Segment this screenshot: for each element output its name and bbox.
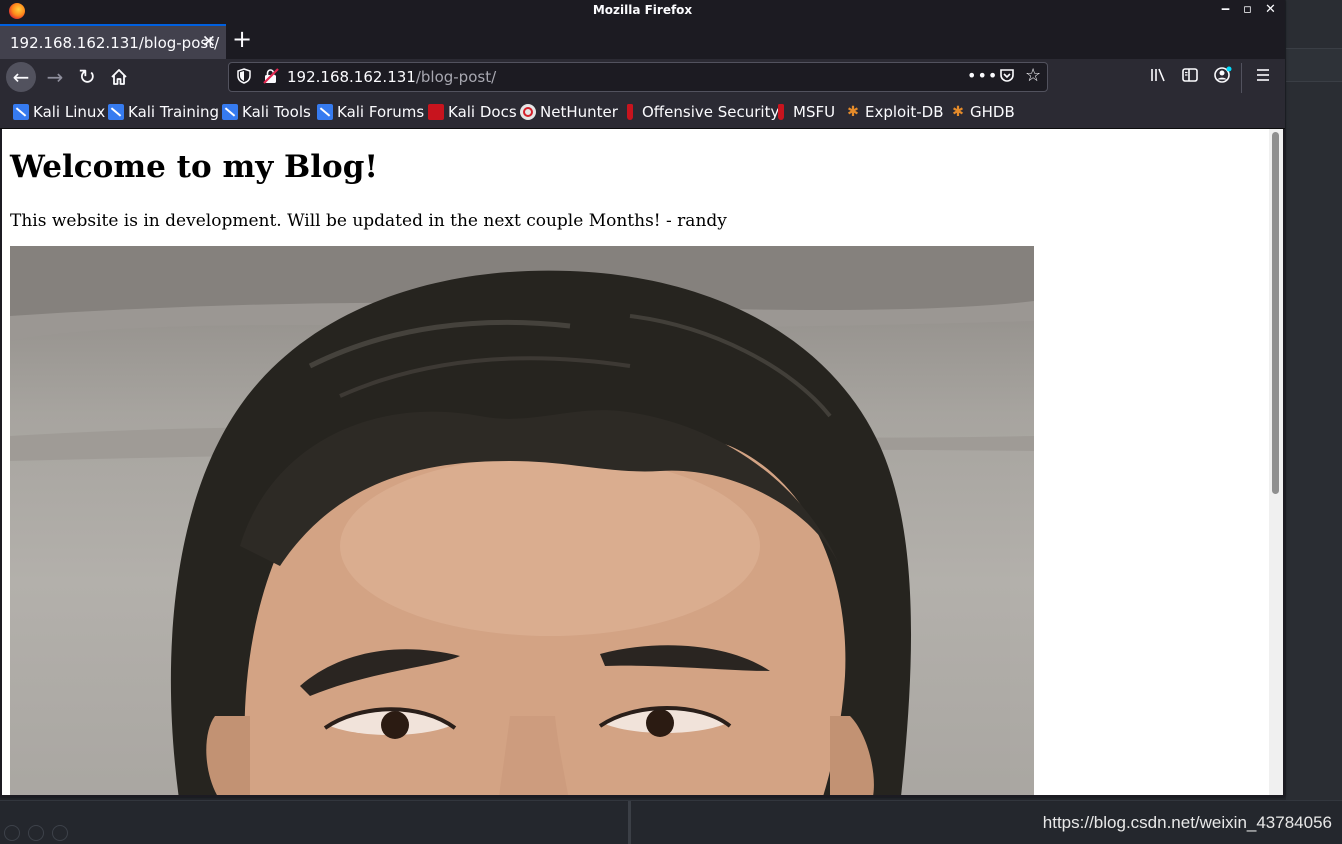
- bookmark-label: Exploit-DB: [865, 103, 944, 121]
- account-icon[interactable]: [1213, 66, 1233, 84]
- bookmark-label: Offensive Security: [642, 103, 780, 121]
- bookmark-offensive-security[interactable]: Offensive Security: [622, 103, 779, 121]
- kali-icon: [13, 104, 29, 120]
- pocket-icon[interactable]: [999, 67, 1015, 83]
- url-host: 192.168.162.131: [287, 68, 416, 86]
- exploit-db-icon: ✱: [952, 104, 964, 120]
- bookmark-label: Kali Docs: [448, 103, 517, 121]
- menu-icon[interactable]: [1255, 66, 1271, 84]
- kali-icon: [222, 104, 238, 120]
- kali-icon: [108, 104, 124, 120]
- blog-portrait-image: [10, 246, 1034, 795]
- bookmark-label: Kali Forums: [337, 103, 425, 121]
- tab-blog-post[interactable]: 192.168.162.131/blog-post/ ✕: [0, 24, 226, 59]
- new-tab-button[interactable]: +: [232, 26, 252, 52]
- bookmark-kali-linux[interactable]: Kali Linux: [13, 103, 105, 121]
- title-bar: Mozilla Firefox ‒ ▫ ✕: [0, 0, 1285, 22]
- window-title: Mozilla Firefox: [592, 3, 693, 17]
- desktop-right-area: [1286, 0, 1342, 843]
- tab-close-icon[interactable]: ✕: [202, 32, 216, 52]
- bookmark-nethunter[interactable]: NetHunter: [520, 103, 618, 121]
- home-button[interactable]: [104, 62, 134, 92]
- library-icon[interactable]: [1149, 66, 1167, 84]
- bookmark-star-icon[interactable]: ☆: [1025, 65, 1041, 86]
- bookmark-ghdb[interactable]: ✱ GHDB: [950, 103, 1015, 121]
- watermark-text: https://blog.csdn.net/weixin_43784056: [1042, 813, 1332, 832]
- url-path: /blog-post/: [415, 68, 497, 86]
- page-actions-icon[interactable]: •••: [967, 66, 998, 85]
- home-icon: [111, 69, 127, 85]
- back-button[interactable]: ←: [6, 62, 36, 92]
- kali-icon: [317, 104, 333, 120]
- bookmark-label: MSFU: [793, 103, 836, 121]
- forward-button[interactable]: →: [40, 62, 70, 92]
- bookmark-label: NetHunter: [540, 103, 618, 121]
- offsec-icon: [773, 104, 789, 120]
- maximize-button[interactable]: ▫: [1243, 2, 1252, 17]
- tab-title: 192.168.162.131/blog-post/: [10, 34, 220, 52]
- reload-button[interactable]: ↻: [72, 62, 102, 92]
- url-bar[interactable]: 192.168.162.131/blog-post/ ••• ☆: [228, 62, 1048, 92]
- browser-window: Mozilla Firefox ‒ ▫ ✕ 192.168.162.131/bl…: [0, 0, 1285, 797]
- page-scrollbar[interactable]: [1269, 129, 1283, 795]
- navigation-toolbar: ← → ↻ 192.168.162.131/blog-post/ ••• ☆: [0, 59, 1285, 96]
- bookmark-msfu[interactable]: MSFU: [773, 103, 835, 121]
- back-icon: ←: [12, 65, 30, 89]
- minimize-button[interactable]: ‒: [1221, 2, 1230, 17]
- bookmark-kali-tools[interactable]: Kali Tools: [222, 103, 311, 121]
- page-viewport[interactable]: Welcome to my Blog! This website is in d…: [2, 129, 1283, 795]
- tracking-shield-icon[interactable]: [237, 68, 251, 84]
- offsec-icon: [622, 104, 638, 120]
- kali-docs-icon: [428, 104, 444, 120]
- toolbar-separator: [1241, 63, 1242, 93]
- page-intro-text: This website is in development. Will be …: [10, 211, 727, 231]
- background-window-toolbar: [1286, 48, 1342, 82]
- page-heading: Welcome to my Blog!: [10, 149, 378, 185]
- exploit-db-icon: ✱: [847, 104, 859, 120]
- url-text[interactable]: 192.168.162.131/blog-post/: [287, 68, 496, 86]
- scrollbar-thumb[interactable]: [1272, 132, 1279, 494]
- bookmark-label: Kali Linux: [33, 103, 106, 121]
- bookmark-kali-forums[interactable]: Kali Forums: [317, 103, 424, 121]
- portrait-illustration: [10, 246, 1034, 795]
- insecure-lock-icon[interactable]: [263, 68, 279, 84]
- reload-icon: ↻: [78, 65, 96, 89]
- bookmark-kali-docs[interactable]: Kali Docs: [428, 103, 517, 121]
- background-window-controls: [4, 825, 68, 841]
- bookmark-label: Kali Training: [128, 103, 220, 121]
- close-window-button[interactable]: ✕: [1265, 2, 1276, 17]
- tab-bar: 192.168.162.131/blog-post/ ✕ +: [0, 22, 1285, 59]
- bookmark-exploit-db[interactable]: ✱ Exploit-DB: [845, 103, 944, 121]
- bookmark-label: Kali Tools: [242, 103, 311, 121]
- sidebar-icon[interactable]: [1181, 66, 1199, 84]
- bookmarks-toolbar: Kali Linux Kali Training Kali Tools Kali…: [0, 96, 1285, 129]
- bookmark-label: GHDB: [970, 103, 1015, 121]
- forward-icon: →: [46, 65, 64, 89]
- desktop-divider: [628, 801, 631, 844]
- nethunter-icon: [520, 104, 536, 120]
- bookmark-kali-training[interactable]: Kali Training: [108, 103, 219, 121]
